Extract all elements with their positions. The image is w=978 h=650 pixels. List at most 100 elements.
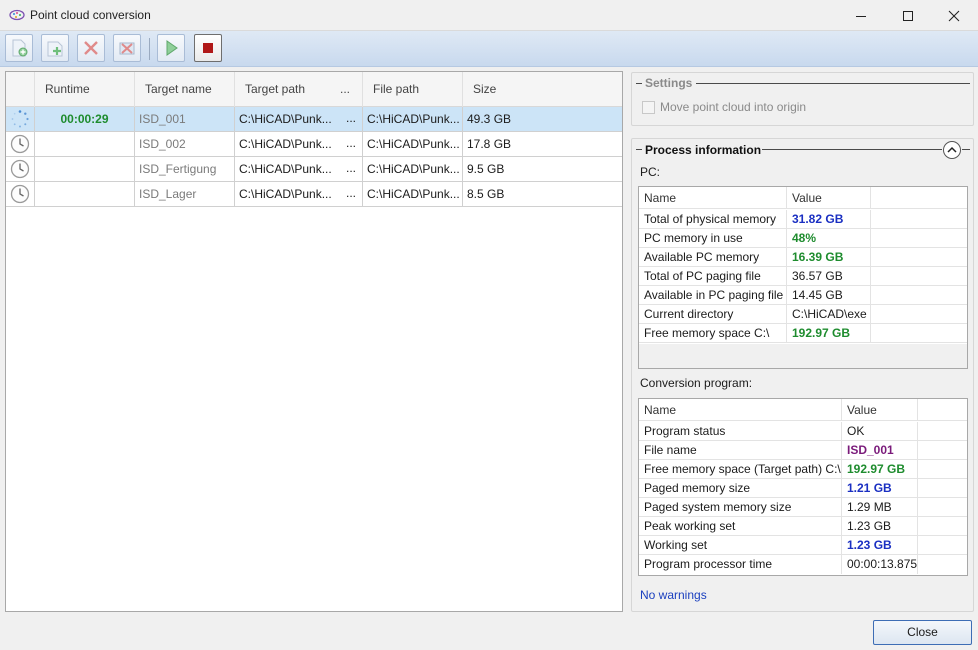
conversion-row-value: 00:00:13.875 [842,555,918,574]
conversion-row-name: File name [639,441,842,460]
settings-title: Settings [645,76,693,90]
conversion-row-name: Program status [639,422,842,441]
close-window-button[interactable] [931,0,977,31]
pc-row-name: Available in PC paging file [639,286,787,305]
pc-table-row: Available in PC paging file 14.45 GB [639,286,967,305]
target-name-cell: ISD_001 [135,107,235,131]
target-name-cell: ISD_Lager [135,182,235,206]
target-path-value: C:\HiCAD\Punk... [239,112,332,126]
pc-section-label: PC: [640,165,661,179]
runtime-cell [35,182,135,206]
pc-table-empty-area [639,344,967,368]
conversion-table-row: Program processor time 00:00:13.875 [639,555,967,574]
conversion-row-value: 1.21 GB [842,479,918,498]
conversion-table-row: Paged memory size 1.21 GB [639,479,967,498]
size-cell: 8.5 GB [467,187,505,201]
stop-button[interactable] [194,34,222,62]
size-cell: 17.8 GB [467,137,512,151]
conversion-info-table: Name Value Program status OK File name I… [638,398,968,576]
conversion-row-name: Paged memory size [639,479,842,498]
move-origin-checkbox[interactable] [642,101,655,114]
conversion-row-value: 1.23 GB [842,517,918,536]
column-header-runtime[interactable]: Runtime [35,72,135,107]
file-path-cell: C:\HiCAD\Punk... [363,182,463,206]
conversion-table-row: Free memory space (Target path) C:\ 192.… [639,460,967,479]
conversion-table-row: Paged system memory size 1.29 MB [639,498,967,517]
target-path-cell: C:\HiCAD\Punk... ... [235,182,363,206]
column-header-target-path[interactable]: Target path ... [235,72,363,107]
target-path-cell: C:\HiCAD\Punk... ... [235,107,363,131]
stop-icon [203,43,213,53]
pc-header-name[interactable]: Name [639,187,787,209]
table-row[interactable]: 00:00:29 ISD_001 C:\HiCAD\Punk... ... C:… [6,107,622,132]
conversion-row-value: 1.29 MB [842,498,918,517]
play-icon [166,40,178,56]
warnings-link[interactable]: No warnings [640,588,707,602]
table-row[interactable]: ISD_Lager C:\HiCAD\Punk... ... C:\HiCAD\… [6,182,622,207]
delete-all-icon [119,42,135,55]
pc-header-value[interactable]: Value [787,187,871,209]
collapse-button[interactable] [943,141,961,159]
title-bar: Point cloud conversion [0,0,978,31]
pc-table-row: PC memory in use 48% [639,229,967,248]
conversion-table-header: Name Value [639,399,967,421]
column-header-target-name[interactable]: Target name [135,72,235,107]
target-path-browse-ellipsis[interactable]: ... [340,72,350,107]
conversion-section-label: Conversion program: [640,376,753,390]
delete-button[interactable] [77,34,105,62]
pc-row-name: Free memory space C:\ [639,324,787,343]
status-cell [6,132,35,156]
target-name-cell: ISD_Fertigung [135,157,235,181]
minimize-button[interactable] [838,0,884,31]
point-cloud-app-icon [9,9,25,21]
pc-row-value: 48% [787,229,871,248]
file-path-cell: C:\HiCAD\Punk... [363,157,463,181]
status-cell [6,157,35,181]
conversion-jobs-table: Runtime Target name Target path ... File… [5,71,623,612]
clock-icon [10,184,30,204]
pc-row-value: 31.82 GB [787,210,871,229]
conversion-header-value[interactable]: Value [842,399,918,421]
target-path-browse-button[interactable]: ... [346,132,356,154]
status-cell [6,182,35,206]
conversion-table-row: File name ISD_001 [639,441,967,460]
pc-table-row: Current directory C:\HiCAD\exe [639,305,967,324]
column-header-status[interactable] [6,72,35,107]
column-header-file-path[interactable]: File path [363,72,463,107]
close-button[interactable]: Close [873,620,972,645]
process-information-title: Process information [645,143,762,157]
conversion-row-value: ISD_001 [842,441,918,460]
add-file-button[interactable] [5,34,33,62]
conversion-row-name: Working set [639,536,842,555]
conversion-row-name: Paged system memory size [639,498,842,517]
conversion-row-name: Program processor time [639,555,842,574]
status-cell [6,107,35,131]
conversion-table-row: Working set 1.23 GB [639,536,967,555]
pc-row-name: PC memory in use [639,229,787,248]
target-path-browse-button[interactable]: ... [346,107,356,129]
window-title: Point cloud conversion [30,8,151,22]
pc-table-row: Free memory space C:\ 192.97 GB [639,324,967,343]
target-path-browse-button[interactable]: ... [346,157,356,179]
conversion-header-name[interactable]: Name [639,399,842,421]
column-header-size[interactable]: Size [463,72,622,107]
pc-row-name: Current directory [639,305,787,324]
table-row[interactable]: ISD_002 C:\HiCAD\Punk... ... C:\HiCAD\Pu… [6,132,622,157]
pc-row-value: 36.57 GB [787,267,871,286]
pc-info-table: Name Value Total of physical memory 31.8… [638,186,968,369]
chevron-up-icon [947,146,957,153]
target-path-value: C:\HiCAD\Punk... [239,162,332,176]
settings-group-line-right [696,83,970,84]
table-row[interactable]: ISD_Fertigung C:\HiCAD\Punk... ... C:\Hi… [6,157,622,182]
clock-icon [10,134,30,154]
play-button[interactable] [157,34,185,62]
process-group-line-right [762,149,942,150]
add-folder-button[interactable] [41,34,69,62]
conversion-row-value: 192.97 GB [842,460,918,479]
target-path-browse-button[interactable]: ... [346,182,356,204]
clock-icon [10,159,30,179]
pc-row-value: C:\HiCAD\exe [787,305,871,324]
maximize-button[interactable] [885,0,931,31]
delete-all-button[interactable] [113,34,141,62]
pc-row-name: Total of PC paging file [639,267,787,286]
